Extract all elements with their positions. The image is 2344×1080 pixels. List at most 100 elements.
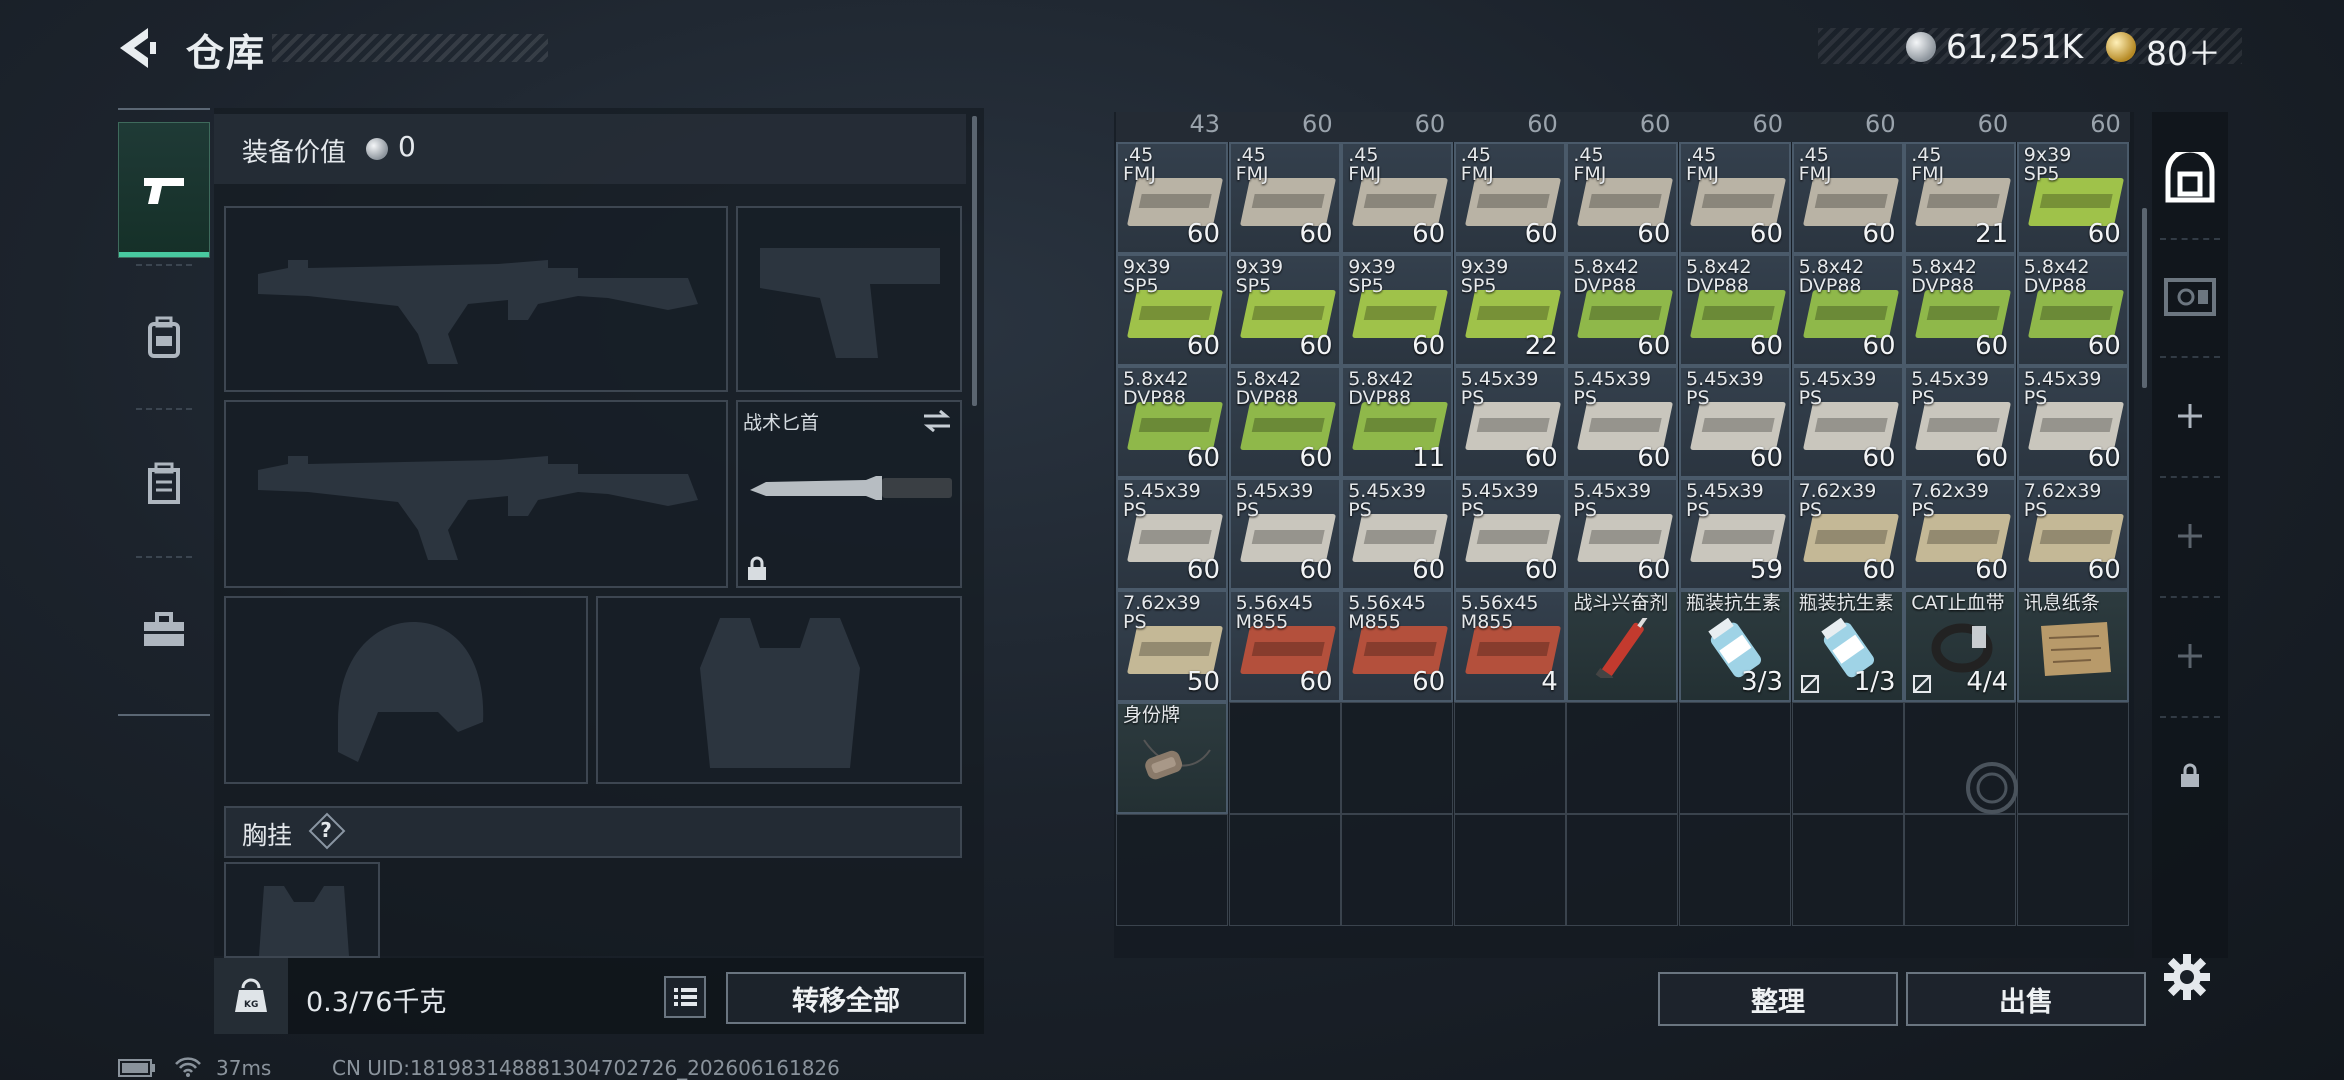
empty-storage-slot[interactable] xyxy=(2016,702,2129,814)
empty-storage-slot[interactable] xyxy=(1341,702,1454,814)
sell-button[interactable]: 出售 xyxy=(1906,972,2146,1026)
storage-item[interactable]: 9x39 SP5 22 xyxy=(1453,254,1566,366)
item-count: 22 xyxy=(1524,331,1558,361)
storage-scrollbar[interactable] xyxy=(2142,208,2147,388)
empty-storage-slot[interactable] xyxy=(1453,814,1566,926)
storage-item[interactable]: 9x39 SP5 60 xyxy=(1228,254,1341,366)
syringe-icon xyxy=(1596,618,1648,678)
item-count: 60 xyxy=(1524,219,1558,249)
storage-item[interactable]: 7.62x39 PS 50 xyxy=(1116,590,1228,702)
empty-storage-slot[interactable] xyxy=(1791,702,1904,814)
storage-item[interactable]: 5.45x39 PS 60 xyxy=(1566,478,1679,590)
storage-item[interactable]: 5.56x45 M855 4 xyxy=(1453,590,1566,702)
storage-item[interactable]: CAT止血带 4/4 xyxy=(1904,590,2017,702)
page-title: 仓库 xyxy=(186,31,267,75)
tab-tools[interactable] xyxy=(118,562,210,698)
tab-weapons[interactable] xyxy=(118,122,210,258)
tab-case[interactable] xyxy=(2152,246,2228,346)
item-count: 60 xyxy=(1299,331,1333,361)
helmet-slot[interactable] xyxy=(224,596,588,784)
add-storage-button-2[interactable] xyxy=(2152,486,2228,586)
storage-item[interactable]: 7.62x39 PS 60 xyxy=(1791,478,1904,590)
storage-item[interactable]: 讯息纸条 xyxy=(2016,590,2129,702)
empty-storage-slot[interactable] xyxy=(1791,814,1904,926)
storage-item[interactable]: 5.56x45 M855 60 xyxy=(1341,590,1454,702)
storage-item[interactable]: 5.56x45 M855 60 xyxy=(1228,590,1341,702)
tab-armor[interactable] xyxy=(118,270,210,406)
storage-item[interactable]: 5.45x39 PS 60 xyxy=(1453,478,1566,590)
swap-icon[interactable] xyxy=(922,410,952,432)
storage-item[interactable]: .45 FMJ 60 xyxy=(1116,142,1228,254)
storage-item[interactable]: 5.45x39 PS 60 xyxy=(2016,366,2129,478)
storage-item[interactable]: 9x39 SP5 60 xyxy=(2016,142,2129,254)
storage-item[interactable]: 5.8x42 DVP88 11 xyxy=(1341,366,1454,478)
storage-item[interactable]: .45 FMJ 60 xyxy=(1791,142,1904,254)
add-storage-button-3[interactable] xyxy=(2152,606,2228,706)
storage-item[interactable]: 5.8x42 DVP88 60 xyxy=(1566,254,1679,366)
storage-item[interactable]: .45 FMJ 60 xyxy=(1341,142,1454,254)
empty-storage-slot[interactable] xyxy=(2016,814,2129,926)
storage-item[interactable]: 5.45x39 PS 60 xyxy=(1566,366,1679,478)
primary-weapon-slot[interactable] xyxy=(224,206,728,392)
back-button[interactable] xyxy=(112,22,164,74)
item-name: .45 FMJ xyxy=(1573,144,1607,185)
empty-storage-slot[interactable] xyxy=(1679,702,1791,814)
storage-item[interactable]: 身份牌 xyxy=(1116,702,1228,814)
storage-item[interactable]: .45 FMJ 21 xyxy=(1904,142,2017,254)
secondary-weapon-slot[interactable] xyxy=(224,400,728,588)
storage-item[interactable]: .45 FMJ 60 xyxy=(1679,142,1791,254)
item-name: 瓶装抗生素 xyxy=(1798,592,1894,614)
empty-storage-slot[interactable] xyxy=(1228,814,1341,926)
item-name: 5.45x39 PS xyxy=(1573,480,1652,521)
empty-storage-slot[interactable] xyxy=(1904,814,2017,926)
storage-item[interactable]: 5.45x39 PS 60 xyxy=(1341,478,1454,590)
empty-storage-slot[interactable] xyxy=(1566,814,1679,926)
storage-item[interactable]: 5.8x42 DVP88 60 xyxy=(1679,254,1791,366)
empty-storage-slot[interactable] xyxy=(1453,702,1566,814)
equipment-scrollbar[interactable] xyxy=(972,116,977,406)
storage-item[interactable]: 5.8x42 DVP88 60 xyxy=(1116,366,1228,478)
storage-item[interactable]: 5.45x39 PS 60 xyxy=(1453,366,1566,478)
empty-storage-slot[interactable] xyxy=(1566,702,1679,814)
add-storage-button-1[interactable] xyxy=(2152,366,2228,466)
tab-rig[interactable] xyxy=(118,416,210,552)
item-name: 5.8x42 DVP88 xyxy=(1798,256,1865,297)
item-count: 60 xyxy=(2087,331,2121,361)
storage-item[interactable]: 5.45x39 PS 59 xyxy=(1679,478,1791,590)
empty-storage-slot[interactable] xyxy=(1679,814,1791,926)
storage-item[interactable]: 5.45x39 PS 60 xyxy=(1791,366,1904,478)
settings-button[interactable] xyxy=(2162,952,2212,1002)
item-name: 5.45x39 PS xyxy=(1460,480,1539,521)
storage-item[interactable]: 5.8x42 DVP88 60 xyxy=(1791,254,1904,366)
empty-storage-slot[interactable] xyxy=(1341,814,1454,926)
storage-item[interactable]: 9x39 SP5 60 xyxy=(1116,254,1228,366)
storage-item[interactable]: 5.45x39 PS 60 xyxy=(1904,366,2017,478)
storage-item[interactable]: 战斗兴奋剂 xyxy=(1566,590,1679,702)
storage-item[interactable]: 5.8x42 DVP88 60 xyxy=(1904,254,2017,366)
empty-storage-slot[interactable] xyxy=(1116,814,1228,926)
locked-storage-tab[interactable] xyxy=(2152,726,2228,826)
sort-button[interactable]: 整理 xyxy=(1658,972,1898,1026)
list-view-button[interactable] xyxy=(664,976,706,1018)
storage-item[interactable]: 瓶装抗生素 1/3 xyxy=(1791,590,1904,702)
storage-item[interactable]: .45 FMJ 60 xyxy=(1228,142,1341,254)
storage-item[interactable]: 5.45x39 PS 60 xyxy=(1116,478,1228,590)
storage-item[interactable]: .45 FMJ 60 xyxy=(1566,142,1679,254)
storage-item[interactable]: 7.62x39 PS 60 xyxy=(1904,478,2017,590)
chest-rig-slot[interactable] xyxy=(224,862,380,958)
storage-item[interactable]: .45 FMJ 60 xyxy=(1453,142,1566,254)
transfer-all-button[interactable]: 转移全部 xyxy=(726,972,966,1024)
storage-item[interactable]: 瓶装抗生素 3/3 xyxy=(1679,590,1791,702)
storage-item[interactable]: 5.8x42 DVP88 60 xyxy=(1228,366,1341,478)
armor-slot[interactable] xyxy=(596,596,962,784)
storage-item[interactable]: 7.62x39 PS 60 xyxy=(2016,478,2129,590)
chest-rig-help-button[interactable]: ? xyxy=(312,816,340,844)
storage-item[interactable]: 9x39 SP5 60 xyxy=(1341,254,1454,366)
storage-item[interactable]: 5.45x39 PS 60 xyxy=(1679,366,1791,478)
storage-item[interactable]: 5.45x39 PS 60 xyxy=(1228,478,1341,590)
pistol-slot[interactable] xyxy=(736,206,962,392)
gold-amount[interactable]: 80＋ xyxy=(2146,27,2221,75)
tab-safe[interactable] xyxy=(2152,128,2228,228)
empty-storage-slot[interactable] xyxy=(1228,702,1341,814)
storage-item[interactable]: 5.8x42 DVP88 60 xyxy=(2016,254,2129,366)
